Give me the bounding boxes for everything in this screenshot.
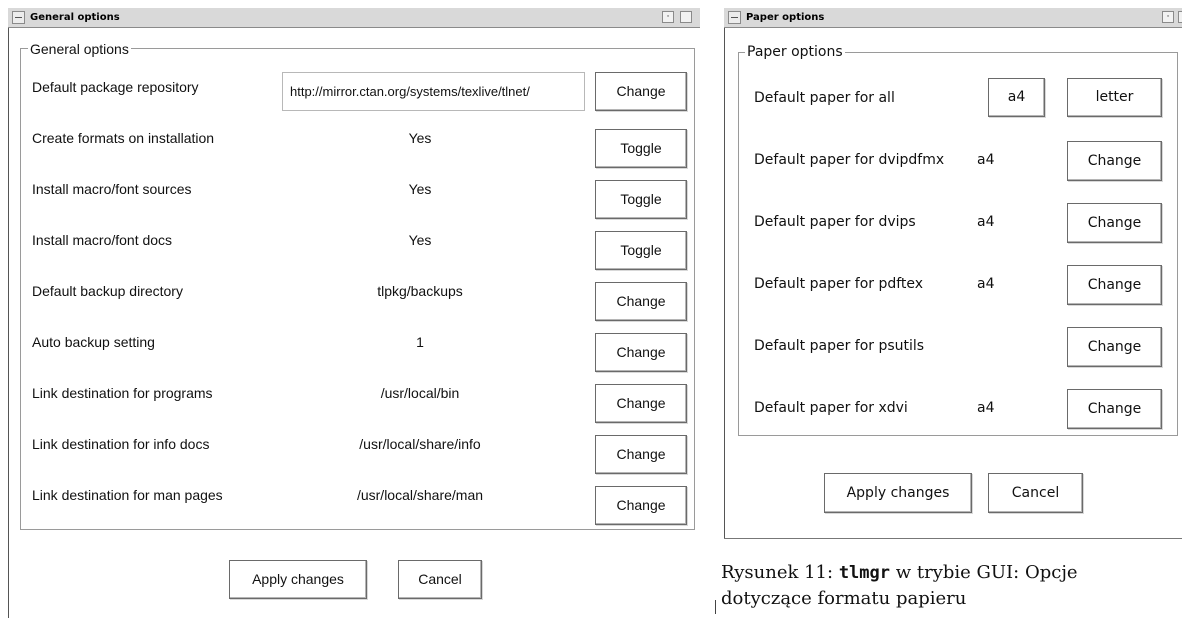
general-options-titlebar[interactable]: General options ▫ (8, 8, 700, 28)
option-label: Default backup directory (32, 283, 183, 299)
minimize-icon[interactable]: ▫ (1162, 11, 1174, 23)
apply-changes-button[interactable]: Apply changes (229, 560, 367, 599)
change-button[interactable]: Change (1067, 389, 1162, 429)
paper-all-a4-button[interactable]: a4 (988, 78, 1045, 117)
window-title: General options (30, 12, 120, 23)
paper-option-value: a4 (977, 276, 995, 292)
caption-code: tlmgr (838, 563, 890, 583)
change-button[interactable]: Change (1067, 203, 1162, 243)
toggle-button[interactable]: Toggle (595, 231, 687, 270)
paper-option-label: Default paper for xdvi (754, 400, 908, 416)
cancel-button[interactable]: Cancel (398, 560, 482, 599)
cancel-button[interactable]: Cancel (988, 473, 1083, 513)
caption-line-2: dotyczące formatu papieru (721, 588, 967, 609)
repository-url-field[interactable]: http://mirror.ctan.org/systems/texlive/t… (282, 72, 585, 111)
change-button[interactable]: Change (1067, 141, 1162, 181)
change-button[interactable]: Change (595, 486, 687, 525)
option-value: tlpkg/backups (377, 283, 463, 299)
caption-line-1: Rysunek 11: tlmgr w trybie GUI: Opcje (721, 560, 1078, 586)
window-menu-icon[interactable] (728, 11, 741, 24)
window-border (724, 28, 725, 538)
paper-option-value: a4 (977, 400, 995, 416)
apply-changes-button[interactable]: Apply changes (824, 473, 972, 513)
option-value: /usr/local/share/man (356, 487, 484, 503)
group-label: General options (28, 41, 131, 57)
change-button[interactable]: Change (1067, 265, 1162, 305)
option-label: Create formats on installation (32, 130, 215, 146)
paper-options-titlebar[interactable]: Paper options ▫ (724, 8, 1182, 28)
window-border (8, 28, 9, 618)
maximize-icon[interactable] (1178, 11, 1182, 23)
paper-option-label: Default paper for dvips (754, 214, 916, 230)
option-value: /usr/local/share/info (359, 436, 481, 452)
window-title: Paper options (746, 12, 825, 23)
option-label: Link destination for programs (32, 385, 213, 401)
change-button[interactable]: Change (595, 72, 687, 111)
option-label: Install macro/font docs (32, 232, 173, 248)
window-menu-icon[interactable] (12, 11, 25, 24)
option-label: Default package repository (32, 79, 199, 95)
option-label: Link destination for man pages (32, 487, 223, 503)
paper-options-window: Paper options ▫ Paper options Default pa… (724, 8, 1182, 540)
caption-margin-mark (715, 600, 716, 614)
caption-suffix: w trybie GUI: Opcje (890, 562, 1078, 583)
figure-caption: Rysunek 11: tlmgr w trybie GUI: Opcje do… (721, 560, 1078, 612)
change-button[interactable]: Change (595, 435, 687, 474)
change-button[interactable]: Change (595, 333, 687, 372)
toggle-button[interactable]: Toggle (595, 180, 687, 219)
toggle-button[interactable]: Toggle (595, 129, 687, 168)
option-label: Install macro/font sources (32, 181, 192, 197)
option-label: Auto backup setting (32, 334, 155, 350)
paper-option-label: Default paper for dvipdfmx (754, 152, 945, 168)
change-button[interactable]: Change (1067, 327, 1162, 367)
option-value: /usr/local/bin (380, 385, 460, 401)
paper-option-value: a4 (977, 214, 995, 230)
paper-option-label: Default paper for pdftex (754, 276, 924, 292)
minimize-icon[interactable]: ▫ (662, 11, 674, 23)
paper-option-label: Default paper for psutils (754, 338, 925, 354)
paper-all-label: Default paper for all (754, 90, 895, 106)
caption-prefix: Rysunek 11: (721, 562, 839, 583)
option-value: Yes (408, 130, 432, 146)
option-label: Link destination for info docs (32, 436, 210, 452)
maximize-icon[interactable] (680, 11, 692, 23)
change-button[interactable]: Change (595, 384, 687, 423)
change-button[interactable]: Change (595, 282, 687, 321)
paper-all-letter-button[interactable]: letter (1067, 78, 1162, 117)
group-label: Paper options (745, 44, 845, 60)
paper-option-value: a4 (977, 152, 995, 168)
general-options-window: General options ▫ General options Apply … (8, 8, 700, 621)
option-value: Yes (408, 181, 432, 197)
option-value: 1 (416, 334, 424, 350)
option-value: Yes (408, 232, 432, 248)
window-bottom-border (724, 538, 1182, 539)
